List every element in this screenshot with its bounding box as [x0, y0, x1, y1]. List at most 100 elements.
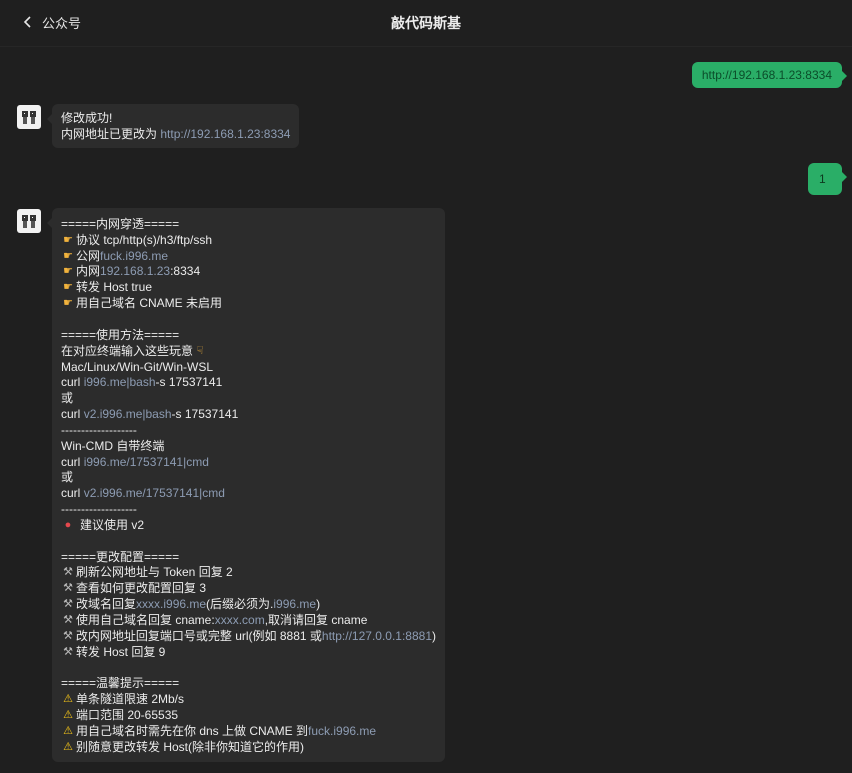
- domain-example-link[interactable]: xxxx.i996.me: [136, 596, 206, 612]
- cname-target-link[interactable]: fuck.i996.me: [308, 723, 376, 739]
- command-line: curl i996.me/17537141|cmd: [61, 454, 436, 470]
- text-line: 或: [61, 391, 74, 406]
- hand-pointing-right-icon: ☛: [63, 281, 73, 294]
- text-line: Win-CMD 自带终端: [61, 438, 165, 453]
- received-message-instructions[interactable]: =====内网穿透===== ☛ 协议 tcp/http(s)/h3/ftp/ss…: [47, 208, 445, 762]
- warning-icon: ⚠: [63, 693, 73, 706]
- text: 公网: [76, 248, 101, 263]
- hand-pointing-right-icon: ☛: [63, 265, 73, 278]
- list-item: ⚠ 别随意更改转发 Host(除非你知道它的作用): [61, 739, 436, 755]
- received-message-update[interactable]: 修改成功! 内网地址已更改为 http://192.168.1.23:8334: [46, 104, 300, 148]
- tools-icon: ⚒: [63, 629, 73, 642]
- text: 转发 Host true: [76, 280, 153, 295]
- text: 改域名回复: [76, 597, 137, 612]
- text: 建议使用 v2: [80, 517, 145, 532]
- list-item: ☛ 用自己域名 CNAME 未启用: [61, 295, 436, 311]
- list-item: ⚒ 转发 Host 回复 9: [61, 644, 436, 660]
- text: ): [316, 597, 321, 612]
- text: 刷新公网地址与 Token 回复 2: [76, 565, 233, 580]
- text: 用自己域名时需先在你 dns 上做 CNAME 到: [76, 723, 309, 738]
- text: -s 17537141: [171, 407, 239, 422]
- text: 用自己域名 CNAME 未启用: [76, 296, 223, 311]
- list-item: ☛ 公网 fuck.i996.me: [61, 248, 436, 264]
- sent-message-1[interactable]: 1: [808, 163, 847, 195]
- public-domain-link[interactable]: fuck.i996.me: [100, 248, 168, 264]
- command-link[interactable]: v2.i996.me/17537141|cmd: [84, 485, 225, 501]
- text: curl: [61, 407, 81, 422]
- list-item: ⚠ 端口范围 20-65535: [61, 707, 436, 723]
- command-link[interactable]: i996.me|bash: [84, 374, 156, 390]
- section-heading: =====使用方法=====: [61, 327, 180, 342]
- chat-title: 敲代码斯基: [391, 15, 461, 31]
- avatar[interactable]: [17, 209, 41, 233]
- text-line: Mac/Linux/Win-Git/Win-WSL: [61, 359, 214, 374]
- warning-icon: ⚠: [63, 740, 73, 753]
- official-account-avatar-icon: [22, 111, 36, 124]
- command-line: curl v2.i996.me|bash -s 17537141: [61, 406, 436, 422]
- list-item: ⚒ 刷新公网地址与 Token 回复 2: [61, 565, 436, 581]
- section-heading: =====更改配置=====: [61, 549, 180, 564]
- ladybug-icon: ●: [64, 518, 72, 531]
- lan-ip-link[interactable]: 192.168.1.23: [100, 263, 170, 279]
- list-item: ⚒ 查看如何更改配置回复 3: [61, 580, 436, 596]
- text: 协议 tcp/http(s)/h3/ftp/ssh: [76, 232, 213, 247]
- lan-address-link[interactable]: http://192.168.1.23:8334: [160, 126, 290, 142]
- avatar[interactable]: [17, 105, 41, 129]
- list-item: ⚒ 使用自己域名回复 cname: xxxx.com ,取消请回复 cname: [61, 612, 436, 628]
- message-line: 修改成功!: [61, 110, 113, 125]
- text-line: 或: [61, 470, 74, 485]
- list-item: ☛ 转发 Host true: [61, 279, 436, 295]
- text: 内网地址已更改为: [61, 126, 158, 141]
- text: (后缀必须为.: [206, 597, 274, 612]
- section-heading: =====温馨提示=====: [61, 676, 180, 691]
- list-item: ☛ 内网 192.168.1.23:8334: [61, 264, 436, 280]
- text: curl: [61, 375, 81, 390]
- tools-icon: ⚒: [63, 645, 73, 658]
- text: 查看如何更改配置回复 3: [76, 581, 207, 596]
- command-link[interactable]: v2.i996.me|bash: [84, 406, 172, 422]
- text: 使用自己域名回复 cname:: [76, 613, 215, 628]
- tools-icon: ⚒: [63, 598, 73, 611]
- list-item: ⚒ 改域名回复 xxxx.i996.me (后缀必须为. i996.me): [61, 596, 436, 612]
- cname-example-link[interactable]: xxxx.com: [215, 612, 265, 628]
- command-link[interactable]: i996.me/17537141|cmd: [84, 454, 209, 470]
- hand-pointing-down-icon: ☟: [196, 344, 204, 357]
- text: ): [432, 628, 436, 643]
- hand-pointing-right-icon: ☛: [63, 297, 73, 310]
- text: :8334: [170, 264, 201, 279]
- command-line: curl i996.me|bash -s 17537141: [61, 374, 436, 390]
- text: 转发 Host 回复 9: [76, 644, 166, 659]
- list-item: ⚠ 单条隧道限速 2Mb/s: [61, 691, 436, 707]
- text: -s 17537141: [155, 375, 223, 390]
- text-line: 在对应终端输入这些玩意 ☟: [61, 343, 436, 359]
- text: curl: [61, 454, 81, 469]
- domain-suffix-link[interactable]: i996.me: [273, 596, 316, 612]
- sent-url-link[interactable]: http://192.168.1.23:8334: [702, 68, 832, 82]
- text: ,取消请回复 cname: [264, 613, 368, 628]
- hand-pointing-right-icon: ☛: [63, 249, 73, 262]
- message-line: 内网地址已更改为 http://192.168.1.23:8334: [61, 126, 290, 142]
- command-line: curl v2.i996.me/17537141|cmd: [61, 485, 436, 501]
- warning-icon: ⚠: [63, 709, 73, 722]
- official-account-avatar-icon: [22, 215, 36, 228]
- separator-line: -------------------: [61, 502, 137, 517]
- tools-icon: ⚒: [63, 614, 73, 627]
- text: 端口范围 20-65535: [76, 708, 179, 723]
- list-item: ☛ 协议 tcp/http(s)/h3/ftp/ssh: [61, 232, 436, 248]
- separator-line: -------------------: [61, 422, 137, 437]
- chat-header: 公众号 敲代码斯基: [0, 0, 852, 47]
- text: 单条隧道限速 2Mb/s: [76, 692, 185, 707]
- url-example-link[interactable]: http://127.0.0.1:8881: [322, 628, 432, 644]
- text-line: ● 建议使用 v2: [61, 517, 436, 533]
- text: 内网: [76, 264, 101, 279]
- text: 在对应终端输入这些玩意: [61, 343, 194, 358]
- tools-icon: ⚒: [63, 566, 73, 579]
- text: 别随意更改转发 Host(除非你知道它的作用): [76, 739, 305, 754]
- text: curl: [61, 486, 81, 501]
- sent-message-url[interactable]: http://192.168.1.23:8334: [691, 62, 848, 88]
- sent-text: 1: [819, 172, 826, 186]
- hand-pointing-right-icon: ☛: [63, 233, 73, 246]
